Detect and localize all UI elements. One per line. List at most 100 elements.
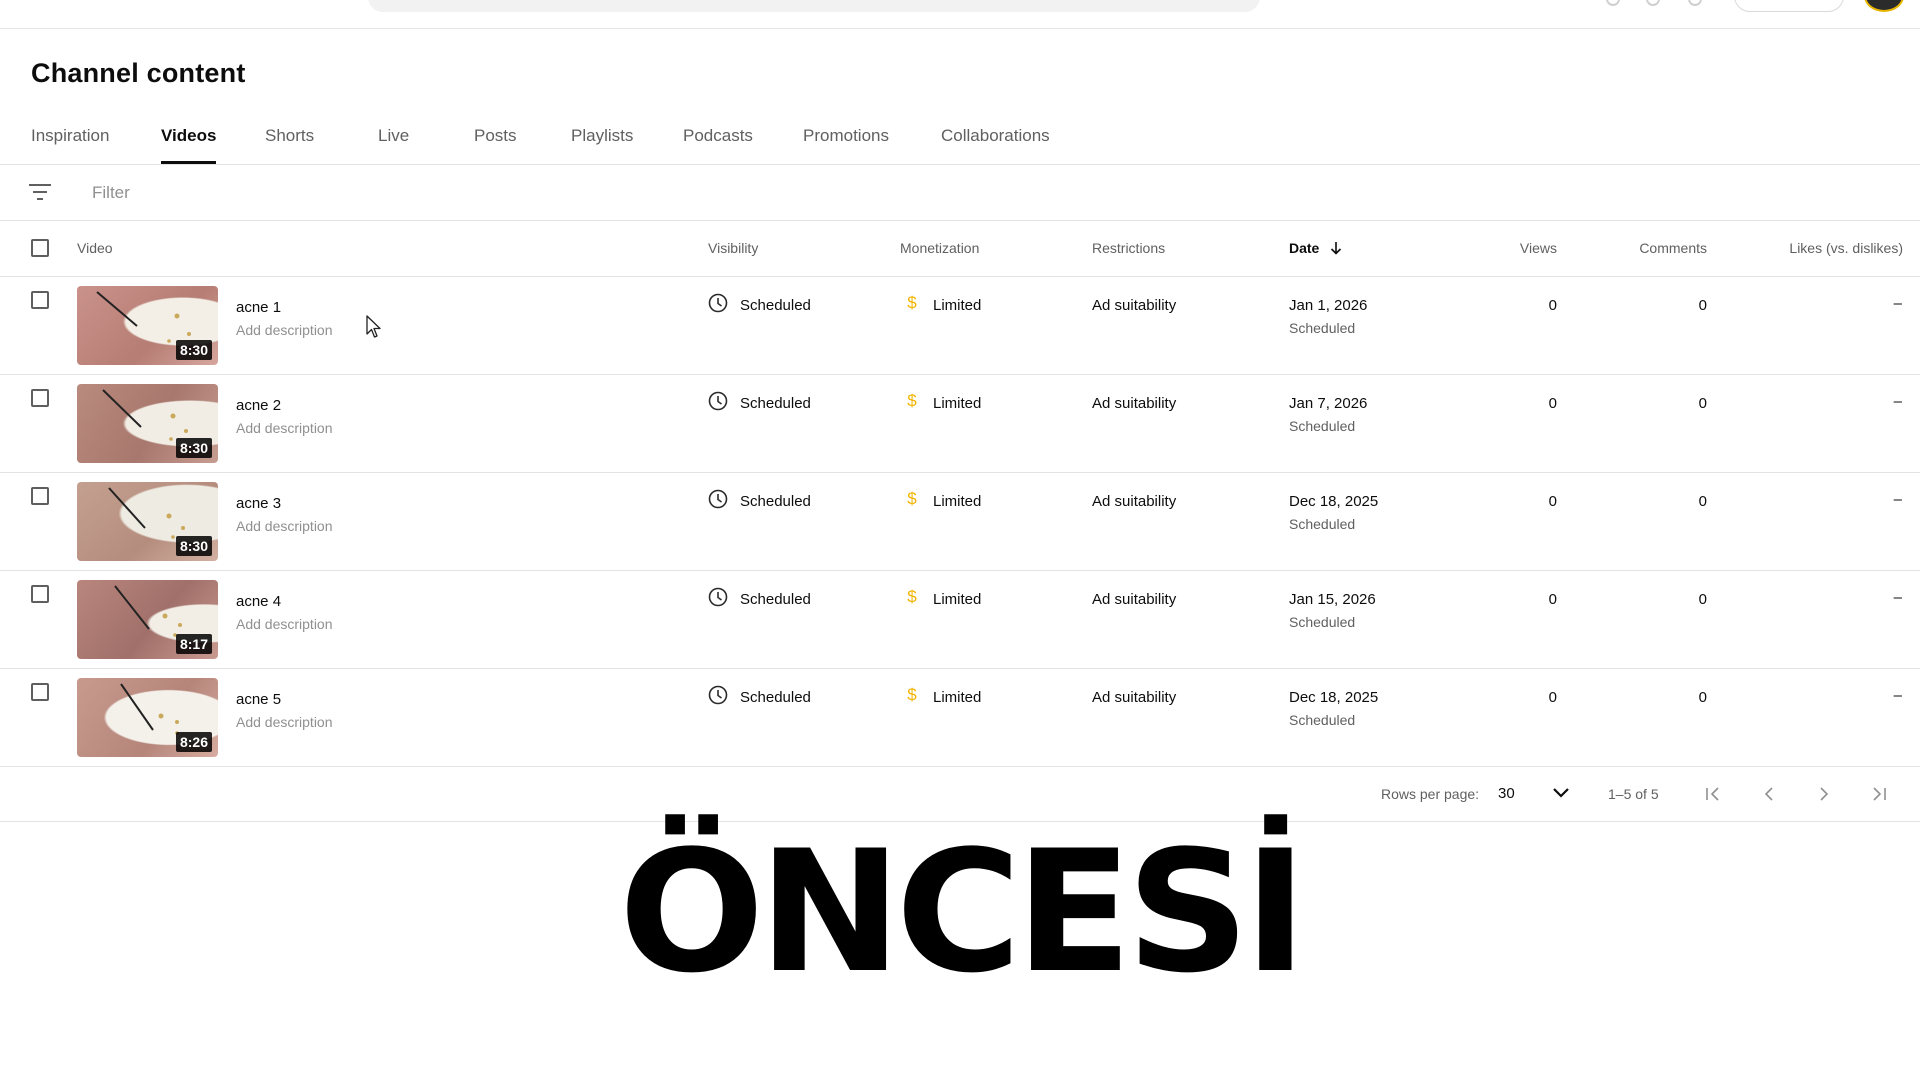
tab-promotions[interactable]: Promotions: [803, 126, 889, 164]
column-header-monetization[interactable]: Monetization: [900, 240, 979, 256]
dollar-icon: $: [907, 293, 917, 312]
restrictions-status[interactable]: Ad suitability: [1092, 297, 1176, 314]
visibility-status[interactable]: Scheduled: [740, 591, 811, 608]
video-title[interactable]: acne 5: [236, 691, 281, 708]
table-row[interactable]: 8:26 acne 5 Add description Scheduled $ …: [0, 669, 1920, 767]
column-header-date[interactable]: Date: [1289, 240, 1343, 256]
tab-shorts[interactable]: Shorts: [265, 126, 314, 164]
row-select-checkbox[interactable]: [31, 683, 49, 701]
restrictions-status[interactable]: Ad suitability: [1092, 689, 1176, 706]
help-icon[interactable]: [1606, 0, 1620, 6]
monetization-status[interactable]: Limited: [933, 493, 981, 510]
restrictions-status[interactable]: Ad suitability: [1092, 591, 1176, 608]
video-thumbnail[interactable]: 8:26: [77, 678, 218, 757]
column-header-visibility[interactable]: Visibility: [708, 240, 758, 256]
tab-playlists[interactable]: Playlists: [571, 126, 633, 164]
create-button[interactable]: [1734, 0, 1844, 12]
video-likes: –: [1893, 393, 1902, 410]
avatar[interactable]: [1864, 0, 1904, 12]
page-title: Channel content: [31, 58, 246, 88]
video-date: Jan 7, 2026: [1289, 395, 1368, 412]
select-all-checkbox[interactable]: [31, 239, 49, 257]
restrictions-status[interactable]: Ad suitability: [1092, 493, 1176, 510]
dollar-icon: $: [907, 391, 917, 410]
video-likes: –: [1893, 687, 1902, 704]
video-date: Dec 18, 2025: [1289, 493, 1379, 510]
tab-inspiration[interactable]: Inspiration: [31, 126, 109, 164]
previous-page-icon[interactable]: [1755, 780, 1783, 808]
video-description[interactable]: Add description: [236, 518, 333, 534]
tab-videos[interactable]: Videos: [161, 126, 217, 164]
video-description[interactable]: Add description: [236, 322, 333, 338]
tab-posts[interactable]: Posts: [474, 126, 517, 164]
row-select-checkbox[interactable]: [31, 291, 49, 309]
mouse-cursor-icon: [366, 315, 381, 338]
first-page-icon[interactable]: [1699, 780, 1727, 808]
video-duration: 8:30: [175, 536, 212, 556]
video-thumbnail[interactable]: 8:30: [77, 384, 218, 463]
video-thumbnail[interactable]: 8:17: [77, 580, 218, 659]
video-thumbnail[interactable]: 8:30: [77, 286, 218, 365]
column-header-comments[interactable]: Comments: [1600, 240, 1707, 256]
video-views: 0: [1548, 591, 1557, 608]
video-title[interactable]: acne 1: [236, 299, 281, 316]
column-header-video: Video: [77, 240, 113, 256]
video-date-status: Scheduled: [1289, 418, 1356, 434]
video-description[interactable]: Add description: [236, 714, 333, 730]
video-description[interactable]: Add description: [236, 616, 333, 632]
filter-bar: [0, 165, 1920, 221]
tab-live[interactable]: Live: [378, 126, 409, 164]
tab-collaborations[interactable]: Collaborations: [941, 126, 1050, 164]
video-comments: 0: [1698, 591, 1707, 608]
visibility-status[interactable]: Scheduled: [740, 493, 811, 510]
table-row[interactable]: 8:30 acne 3 Add description Scheduled $ …: [0, 473, 1920, 571]
dollar-icon: $: [907, 587, 917, 606]
column-header-likes[interactable]: Likes (vs. dislikes): [1760, 240, 1903, 256]
row-select-checkbox[interactable]: [31, 585, 49, 603]
column-header-restrictions[interactable]: Restrictions: [1092, 240, 1165, 256]
clock-icon: [708, 489, 728, 509]
table-row[interactable]: 8:30 acne 1 Add description Scheduled $ …: [0, 277, 1920, 375]
filter-input[interactable]: [90, 177, 694, 209]
video-duration: 8:30: [175, 438, 212, 458]
clock-icon: [708, 293, 728, 313]
video-comments: 0: [1698, 493, 1707, 510]
monetization-status[interactable]: Limited: [933, 395, 981, 412]
video-date-status: Scheduled: [1289, 614, 1356, 630]
column-header-views[interactable]: Views: [1500, 240, 1557, 256]
table-row[interactable]: 8:17 acne 4 Add description Scheduled $ …: [0, 571, 1920, 669]
chevron-down-icon[interactable]: [1550, 784, 1572, 802]
filter-list-icon[interactable]: [29, 184, 51, 202]
visibility-status[interactable]: Scheduled: [740, 689, 811, 706]
video-description[interactable]: Add description: [236, 420, 333, 436]
rows-per-page-select[interactable]: 30: [1498, 785, 1515, 802]
tab-podcasts[interactable]: Podcasts: [683, 126, 753, 164]
monetization-status[interactable]: Limited: [933, 689, 981, 706]
video-date: Dec 18, 2025: [1289, 689, 1379, 706]
search-bar[interactable]: [368, 0, 1260, 12]
video-title[interactable]: acne 3: [236, 495, 281, 512]
monetization-status[interactable]: Limited: [933, 591, 981, 608]
settings-icon[interactable]: [1646, 0, 1660, 6]
table-row[interactable]: 8:30 acne 2 Add description Scheduled $ …: [0, 375, 1920, 473]
notifications-icon[interactable]: [1688, 0, 1702, 6]
restrictions-status[interactable]: Ad suitability: [1092, 395, 1176, 412]
clock-icon: [708, 685, 728, 705]
video-title[interactable]: acne 4: [236, 593, 281, 610]
monetization-status[interactable]: Limited: [933, 297, 981, 314]
visibility-status[interactable]: Scheduled: [740, 395, 811, 412]
video-title[interactable]: acne 2: [236, 397, 281, 414]
visibility-status[interactable]: Scheduled: [740, 297, 811, 314]
dollar-icon: $: [907, 685, 917, 704]
table-header: Video Visibility Monetization Restrictio…: [0, 221, 1920, 277]
row-select-checkbox[interactable]: [31, 389, 49, 407]
column-header-date-label: Date: [1289, 240, 1320, 256]
last-page-icon[interactable]: [1865, 780, 1893, 808]
clock-icon: [708, 391, 728, 411]
video-thumbnail[interactable]: 8:30: [77, 482, 218, 561]
video-date: Jan 1, 2026: [1289, 297, 1368, 314]
next-page-icon[interactable]: [1810, 780, 1838, 808]
arrow-down-icon: [1331, 242, 1342, 255]
row-select-checkbox[interactable]: [31, 487, 49, 505]
video-likes: –: [1893, 295, 1902, 312]
